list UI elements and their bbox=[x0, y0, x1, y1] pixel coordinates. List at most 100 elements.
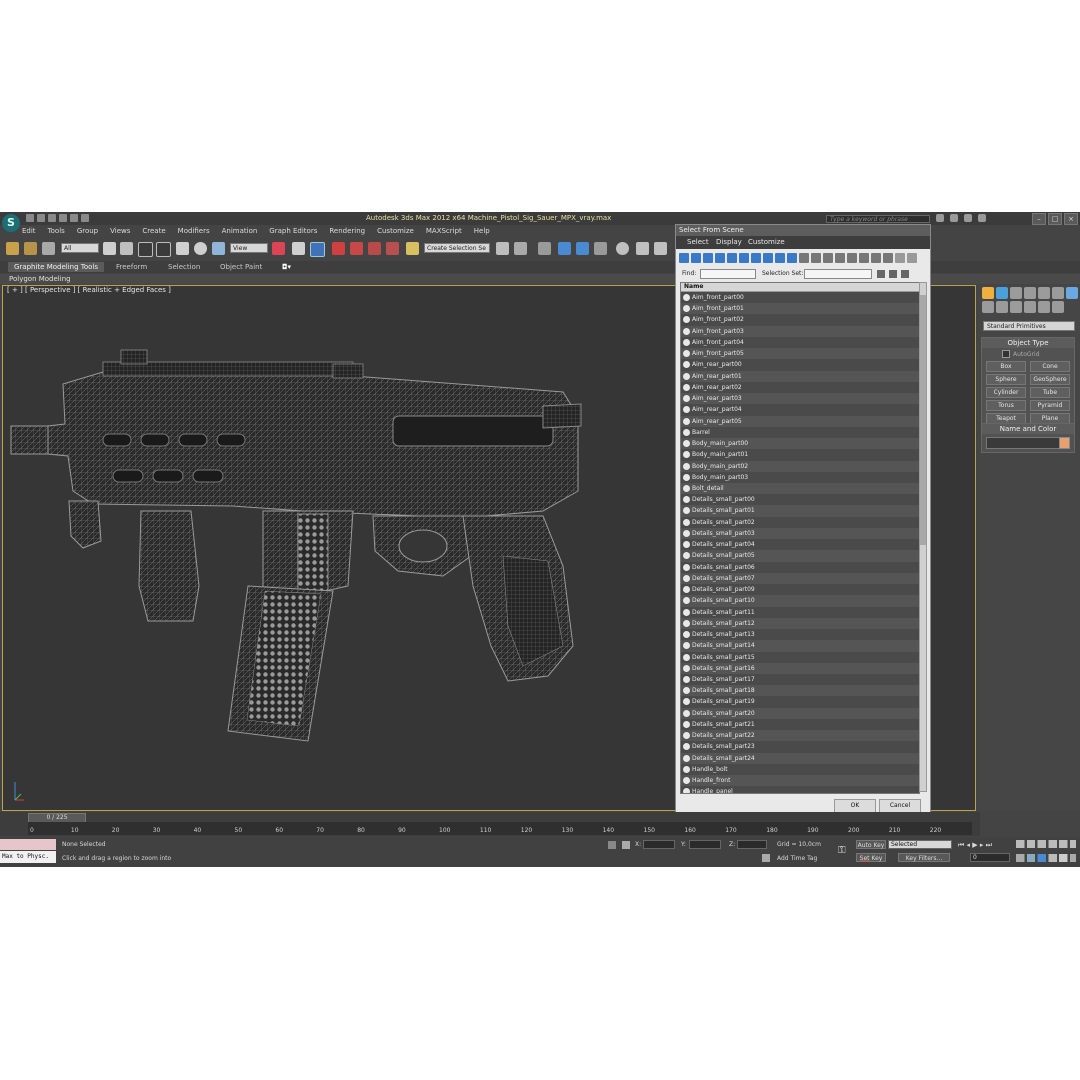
name-column-header[interactable]: Name bbox=[681, 283, 919, 292]
menu-tools[interactable]: Tools bbox=[48, 227, 65, 237]
list-item[interactable]: Details_small_part12 bbox=[681, 617, 919, 630]
list-item[interactable]: Details_small_part11 bbox=[681, 606, 919, 618]
shapes-icon[interactable] bbox=[982, 301, 994, 313]
auto-key-button[interactable]: Auto Key bbox=[856, 840, 886, 849]
list-item[interactable]: Details_small_part14 bbox=[681, 640, 919, 652]
list-item[interactable]: Handle_panel bbox=[681, 786, 919, 793]
list-item[interactable]: Details_small_part06 bbox=[681, 561, 919, 573]
help-icon[interactable] bbox=[978, 214, 986, 222]
scrollbar-thumb[interactable] bbox=[920, 295, 926, 545]
display-tab-icon[interactable] bbox=[1038, 287, 1050, 299]
app-logo-icon[interactable]: S bbox=[2, 214, 20, 232]
torus-button[interactable]: Torus bbox=[986, 400, 1026, 411]
close-icon[interactable]: × bbox=[1064, 213, 1078, 225]
bind-space-warp-icon[interactable] bbox=[42, 242, 55, 255]
dialog-menu-display[interactable]: Display bbox=[716, 238, 742, 246]
menu-modifiers[interactable]: Modifiers bbox=[178, 227, 210, 237]
angle-snap-icon[interactable] bbox=[350, 242, 363, 255]
key-filters-button[interactable]: Key Filters... bbox=[898, 853, 950, 862]
absolute-mode-icon[interactable] bbox=[622, 841, 630, 849]
layer-manager-icon[interactable] bbox=[538, 242, 551, 255]
ok-button[interactable]: OK bbox=[834, 799, 876, 813]
z-coordinate-field[interactable] bbox=[737, 840, 767, 849]
box-button[interactable]: Box bbox=[986, 361, 1026, 372]
list-item[interactable]: Details_small_part21 bbox=[681, 718, 919, 731]
unlink-icon[interactable] bbox=[24, 242, 37, 255]
menu-views[interactable]: Views bbox=[110, 227, 130, 237]
utilities-tab-icon[interactable] bbox=[1052, 287, 1064, 299]
named-selection-set-dropdown[interactable]: Create Selection Se bbox=[424, 243, 490, 253]
percent-snap-icon[interactable] bbox=[368, 242, 381, 255]
zoom-controls-icons[interactable] bbox=[1016, 840, 1076, 848]
list-item[interactable]: Handle_front bbox=[681, 775, 919, 787]
menu-edit[interactable]: Edit bbox=[22, 227, 36, 237]
display-geometry-icon[interactable] bbox=[679, 253, 689, 263]
name-and-color-title[interactable]: Name and Color bbox=[982, 424, 1074, 434]
polygon-modeling-label[interactable]: Polygon Modeling bbox=[9, 275, 71, 283]
list-item[interactable]: Details_small_part15 bbox=[681, 651, 919, 663]
list-item[interactable]: Aim_front_part01 bbox=[681, 303, 919, 315]
list-item[interactable]: Aim_rear_part04 bbox=[681, 404, 919, 416]
spinner-snap-icon[interactable] bbox=[386, 242, 399, 255]
ribbon-options-icon[interactable]: ◘▾ bbox=[276, 262, 297, 272]
playback-controls-icon[interactable]: ⏮ ◂ ▶ ▸ ⏭ bbox=[958, 841, 992, 850]
search-input[interactable]: Type a keyword or phrase bbox=[826, 215, 930, 223]
geometry-icon[interactable] bbox=[1066, 287, 1078, 299]
list-item[interactable]: Aim_front_part00 bbox=[681, 292, 919, 304]
listener-mini-top[interactable] bbox=[0, 839, 56, 850]
key-mode-dropdown[interactable]: Selected bbox=[888, 840, 952, 849]
helpers-icon[interactable] bbox=[1024, 301, 1036, 313]
object-name-field[interactable] bbox=[986, 437, 1070, 449]
rotate-icon[interactable] bbox=[194, 242, 207, 255]
list-item[interactable]: Details_small_part13 bbox=[681, 629, 919, 641]
x-coordinate-field[interactable] bbox=[643, 840, 675, 849]
add-time-tag[interactable]: Add Time Tag bbox=[777, 855, 817, 862]
display-invert-icon[interactable] bbox=[823, 253, 833, 263]
tab-selection[interactable]: Selection bbox=[162, 262, 206, 272]
list-item[interactable]: Handle_bolt bbox=[681, 763, 919, 776]
list-item[interactable]: Details_small_part03 bbox=[681, 527, 919, 540]
align-icon[interactable] bbox=[514, 242, 527, 255]
display-space-warps-icon[interactable] bbox=[739, 253, 749, 263]
select-by-name-icon[interactable] bbox=[120, 242, 133, 255]
create-tab-icon[interactable] bbox=[982, 287, 994, 299]
list-item[interactable]: Body_main_part01 bbox=[681, 449, 919, 461]
undo-icon[interactable] bbox=[59, 214, 67, 222]
object-type-title[interactable]: Object Type bbox=[982, 338, 1074, 348]
geosphere-button[interactable]: GeoSphere bbox=[1030, 374, 1070, 385]
list-item[interactable]: Details_small_part17 bbox=[681, 673, 919, 686]
list-item[interactable]: Details_small_part05 bbox=[681, 550, 919, 562]
list-item[interactable]: Details_small_part09 bbox=[681, 584, 919, 596]
sync-selection-icon[interactable] bbox=[883, 253, 893, 263]
systems-icon[interactable] bbox=[1052, 301, 1064, 313]
y-coordinate-field[interactable] bbox=[689, 840, 721, 849]
tab-freeform[interactable]: Freeform bbox=[110, 262, 153, 272]
list-item[interactable]: Aim_rear_part05 bbox=[681, 415, 919, 427]
list-item[interactable]: Aim_front_part03 bbox=[681, 325, 919, 337]
select-manipulate-icon[interactable] bbox=[292, 242, 305, 255]
list-item[interactable]: Aim_front_part02 bbox=[681, 314, 919, 326]
curve-editor-icon[interactable] bbox=[576, 242, 589, 255]
list-item[interactable]: Details_small_part04 bbox=[681, 539, 919, 551]
cone-button[interactable]: Cone bbox=[1030, 361, 1070, 372]
communication-icon[interactable] bbox=[950, 214, 958, 222]
display-cameras-icon[interactable] bbox=[715, 253, 725, 263]
space-warps-icon[interactable] bbox=[1038, 301, 1050, 313]
list-item[interactable]: Aim_front_part04 bbox=[681, 336, 919, 349]
pivot-center-icon[interactable] bbox=[272, 242, 285, 255]
list-item[interactable]: Barrel bbox=[681, 426, 919, 439]
list-item[interactable]: Details_small_part07 bbox=[681, 572, 919, 585]
modify-tab-icon[interactable] bbox=[996, 287, 1008, 299]
list-item[interactable]: Details_small_part16 bbox=[681, 662, 919, 674]
edit-selection-set-icon[interactable] bbox=[877, 270, 885, 278]
maximize-icon[interactable]: □ bbox=[1048, 213, 1062, 225]
rectangle-selection-icon[interactable] bbox=[138, 242, 153, 257]
hierarchy-view-icon[interactable] bbox=[835, 253, 845, 263]
list-item[interactable]: Details_small_part23 bbox=[681, 741, 919, 753]
new-file-icon[interactable] bbox=[26, 214, 34, 222]
menu-customize[interactable]: Customize bbox=[377, 227, 414, 237]
menu-rendering[interactable]: Rendering bbox=[329, 227, 365, 237]
project-folder-icon[interactable] bbox=[81, 214, 89, 222]
lights-icon[interactable] bbox=[996, 301, 1008, 313]
display-xrefs-icon[interactable] bbox=[763, 253, 773, 263]
